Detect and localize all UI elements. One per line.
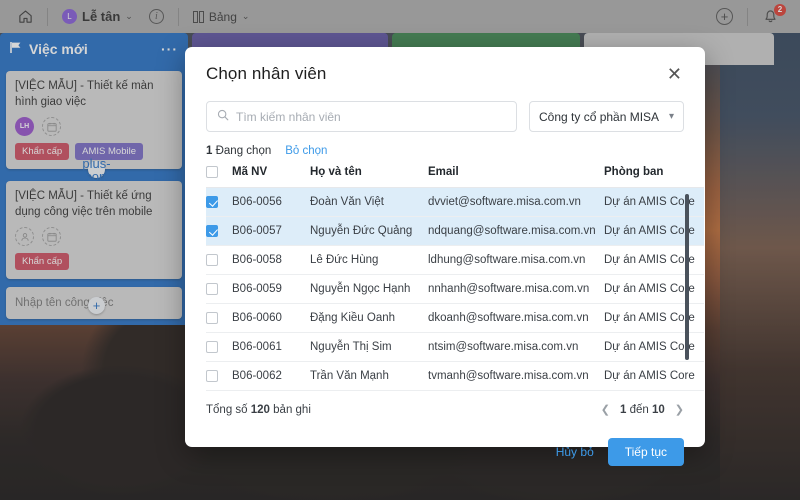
page-to: 10 <box>651 403 665 416</box>
modal-filters: Tìm kiếm nhân viên Công ty cổ phần MISA … <box>206 101 684 132</box>
row-checkbox[interactable] <box>206 370 218 383</box>
col-header-email[interactable]: Email <box>428 166 604 189</box>
row-checkbox[interactable] <box>206 341 218 354</box>
cell-employee-email: dkoanh@software.misa.com.vn <box>428 303 604 334</box>
col-header-code[interactable]: Mã NV <box>232 166 310 189</box>
modal-title: Chọn nhân viên <box>206 64 327 83</box>
row-checkbox-cell[interactable] <box>206 332 232 363</box>
cell-employee-dept: Dự án AMIS Core <box>604 245 704 276</box>
continue-button[interactable]: Tiếp tục <box>607 438 684 467</box>
cell-employee-email: dvviet@software.misa.com.vn <box>428 187 604 218</box>
table-row[interactable]: B06-0057 Nguyễn Đức Quảng ndquang@software… <box>206 216 704 247</box>
cell-employee-name: Nguyễn Đức Quảng <box>310 216 428 247</box>
cell-employee-code: B06-0059 <box>232 274 310 305</box>
table-row[interactable]: B06-0059 Nguyễn Ngọc Hạnh nnhanh@software.… <box>206 274 704 305</box>
cell-employee-code: B06-0056 <box>232 187 310 218</box>
pagination: ❮ 1 đến 10 ❯ <box>601 403 684 417</box>
cell-employee-email: nnhanh@software.misa.com.vn <box>428 274 604 305</box>
select-all-checkbox[interactable] <box>206 166 218 178</box>
total-prefix: Tổng số <box>206 403 248 416</box>
selection-count-label: Đang chọn <box>215 145 272 157</box>
search-input[interactable]: Tìm kiếm nhân viên <box>206 101 517 132</box>
modal-header: Chọn nhân viên ✕ <box>206 47 684 84</box>
row-checkbox[interactable] <box>206 225 218 238</box>
cell-employee-dept: Dự án AMIS Core <box>604 332 704 363</box>
cell-employee-email: ndquang@software.misa.com.vn <box>428 216 604 247</box>
row-checkbox[interactable] <box>206 312 218 325</box>
table-header-row: Mã NV Họ và tên Email Phòng ban <box>206 166 704 189</box>
table-body: B06-0056 Đoàn Văn Việt dvviet@software.mis… <box>206 187 704 392</box>
total-suffix: bản ghi <box>273 403 311 416</box>
cell-employee-name: Nguyễn Thị Sim <box>310 332 428 363</box>
selection-count: 1 <box>206 145 213 157</box>
table-row[interactable]: B06-0061 Nguyễn Thị Sim ntsim@software.mis… <box>206 332 704 363</box>
cancel-button[interactable]: Hủy bỏ <box>556 445 594 459</box>
row-checkbox-cell[interactable] <box>206 216 232 247</box>
modal-actions: Hủy bỏ Tiếp tục <box>206 438 684 467</box>
table-row[interactable]: B06-0058 Lê Đức Hùng ldhung@software.misa.… <box>206 245 704 276</box>
page-range: 1 đến 10 <box>620 404 665 416</box>
cell-employee-code: B06-0058 <box>232 245 310 276</box>
cell-employee-name: Đoàn Văn Việt <box>310 187 428 218</box>
table-head: Mã NV Họ và tên Email Phòng ban <box>206 166 704 189</box>
cell-employee-code: B06-0057 <box>232 216 310 247</box>
cell-employee-dept: Dự án AMIS Core <box>604 216 704 247</box>
employee-table: Mã NV Họ và tên Email Phòng ban B06-0056… <box>206 166 704 392</box>
row-checkbox[interactable] <box>206 196 218 209</box>
row-checkbox-cell[interactable] <box>206 361 232 392</box>
company-select[interactable]: Công ty cổ phần MISA ▾ <box>529 101 684 132</box>
row-checkbox[interactable] <box>206 283 218 296</box>
page-mid: đến <box>629 403 649 416</box>
cell-employee-name: Lê Đức Hùng <box>310 245 428 276</box>
cell-employee-dept: Dự án AMIS Core <box>604 361 704 392</box>
chevron-left-icon[interactable]: ❮ <box>601 403 610 416</box>
cell-employee-code: B06-0062 <box>232 361 310 392</box>
company-select-value: Công ty cổ phần MISA <box>539 109 660 124</box>
table-row[interactable]: B06-0056 Đoàn Văn Việt dvviet@software.mis… <box>206 187 704 218</box>
row-checkbox-cell[interactable] <box>206 274 232 305</box>
cell-employee-email: ntsim@software.misa.com.vn <box>428 332 604 363</box>
table-row[interactable]: B06-0062 Trần Văn Mạnh tvmanh@software.mis… <box>206 361 704 392</box>
cell-employee-dept: Dự án AMIS Core <box>604 274 704 305</box>
cell-employee-name: Nguyễn Ngọc Hạnh <box>310 274 428 305</box>
table-scrollbar[interactable] <box>685 194 689 360</box>
selection-count-text: 1 Đang chọn <box>206 145 271 157</box>
row-checkbox-cell[interactable] <box>206 303 232 334</box>
close-icon[interactable]: ✕ <box>665 64 684 84</box>
total-count: 120 <box>250 403 270 416</box>
cell-employee-name: Trần Văn Mạnh <box>310 361 428 392</box>
search-icon <box>217 108 229 126</box>
cell-employee-name: Đặng Kiều Oanh <box>310 303 428 334</box>
cell-employee-code: B06-0061 <box>232 332 310 363</box>
table-row[interactable]: B06-0060 Đặng Kiều Oanh dkoanh@software.mi… <box>206 303 704 334</box>
table-footer: Tổng số 120 bản ghi ❮ 1 đến 10 ❯ <box>206 403 684 417</box>
row-checkbox-cell[interactable] <box>206 245 232 276</box>
row-checkbox-cell[interactable] <box>206 187 232 218</box>
select-employee-modal: Chọn nhân viên ✕ Tìm kiếm nhân viên Công… <box>185 47 705 467</box>
cell-employee-email: tvmanh@software.misa.com.vn <box>428 361 604 392</box>
chevron-right-icon[interactable]: ❯ <box>675 403 684 416</box>
cell-employee-dept: Dự án AMIS Core <box>604 303 704 334</box>
selection-summary: 1 Đang chọn Bỏ chọn <box>206 145 684 157</box>
col-header-dept[interactable]: Phòng ban <box>604 166 704 189</box>
app-window: Việc mới ··· [VIỆC MẪU] - Thiết kế màn h… <box>0 0 800 500</box>
clear-selection-link[interactable]: Bỏ chọn <box>285 145 327 157</box>
employee-table-wrapper: Mã NV Họ và tên Email Phòng ban B06-0056… <box>206 166 704 392</box>
select-all-header <box>206 166 232 189</box>
chevron-down-icon: ▾ <box>668 111 674 122</box>
cell-employee-email: ldhung@software.misa.com.vn <box>428 245 604 276</box>
row-checkbox[interactable] <box>206 254 218 267</box>
total-records-text: Tổng số 120 bản ghi <box>206 404 311 416</box>
page-from: 1 <box>619 403 627 416</box>
cell-employee-code: B06-0060 <box>232 303 310 334</box>
search-input-placeholder: Tìm kiếm nhân viên <box>236 109 341 124</box>
cell-employee-dept: Dự án AMIS Core <box>604 187 704 218</box>
col-header-name[interactable]: Họ và tên <box>310 166 428 189</box>
